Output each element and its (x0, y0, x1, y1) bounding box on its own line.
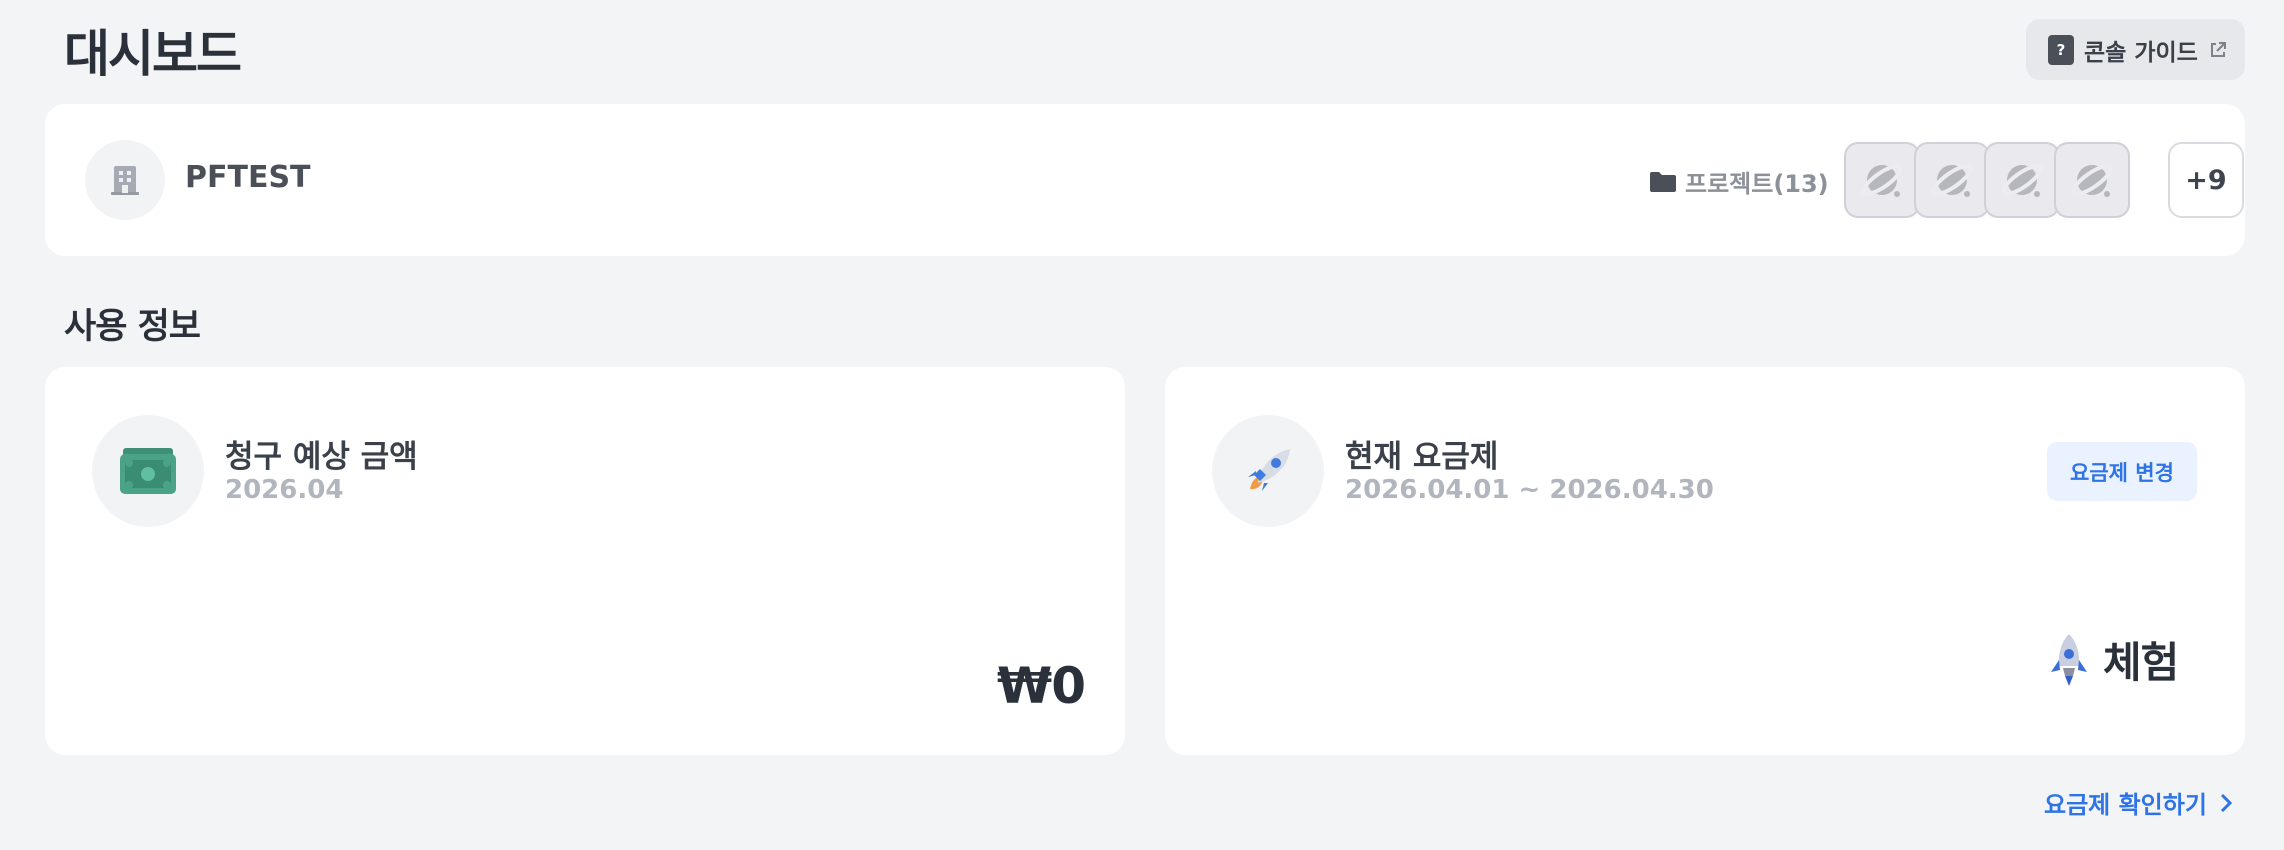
planet-icon (1931, 164, 1973, 197)
plan-period: 2026.04.01 ~ 2026.04.30 (1345, 475, 1714, 505)
planet-icon (2071, 164, 2113, 197)
project-avatar[interactable] (1984, 142, 2060, 218)
change-plan-button[interactable]: 요금제 변경 (2047, 442, 2197, 501)
money-icon (120, 448, 176, 494)
rocket-icon (1248, 449, 1290, 491)
view-plans-label: 요금제 확인하기 (2044, 791, 2207, 819)
plan-name: 체험 (2047, 629, 2179, 690)
billing-period: 2026.04 (225, 475, 344, 505)
rocket-icon (2051, 633, 2087, 686)
plan-title: 현재 요금제 (1345, 439, 1499, 475)
external-link-icon (2210, 41, 2226, 57)
usage-section-title: 사용 정보 (64, 307, 201, 347)
organization-card: PFTEST 프로젝트(13) +9 (45, 104, 2245, 256)
billing-estimate-card: 청구 예상 금액 2026.04 ₩0 (45, 367, 1125, 755)
billing-amount: ₩0 (997, 657, 1086, 715)
building-icon (111, 166, 139, 195)
project-avatar[interactable] (1844, 142, 1920, 218)
project-avatar[interactable] (1914, 142, 1990, 218)
current-plan-card: 현재 요금제 2026.04.01 ~ 2026.04.30 요금제 변경 체험 (1165, 367, 2245, 755)
organization-name: PFTEST (185, 160, 311, 195)
project-avatar[interactable] (2054, 142, 2130, 218)
plan-name-label: 체험 (2103, 638, 2179, 687)
billing-title: 청구 예상 금액 (225, 439, 418, 475)
planet-icon (2001, 164, 2043, 197)
console-guide-label: 콘솔 가이드 (2084, 39, 2198, 66)
project-count-label: 프로젝트(13) (1685, 170, 1829, 198)
view-plans-link[interactable]: 요금제 확인하기 (2044, 785, 2233, 820)
organization-avatar (85, 140, 165, 220)
plan-icon-circle (1212, 415, 1324, 527)
planet-icon (1861, 164, 1903, 197)
project-count[interactable]: 프로젝트(13) (1649, 164, 1829, 199)
billing-icon-circle (92, 415, 204, 527)
page-title: 대시보드 (64, 25, 242, 83)
more-projects-button[interactable]: +9 (2168, 142, 2244, 218)
chevron-right-icon (2220, 793, 2233, 812)
help-icon: ? (2048, 34, 2074, 65)
console-guide-button[interactable]: ? 콘솔 가이드 (2026, 19, 2245, 80)
folder-icon (1650, 171, 1676, 192)
